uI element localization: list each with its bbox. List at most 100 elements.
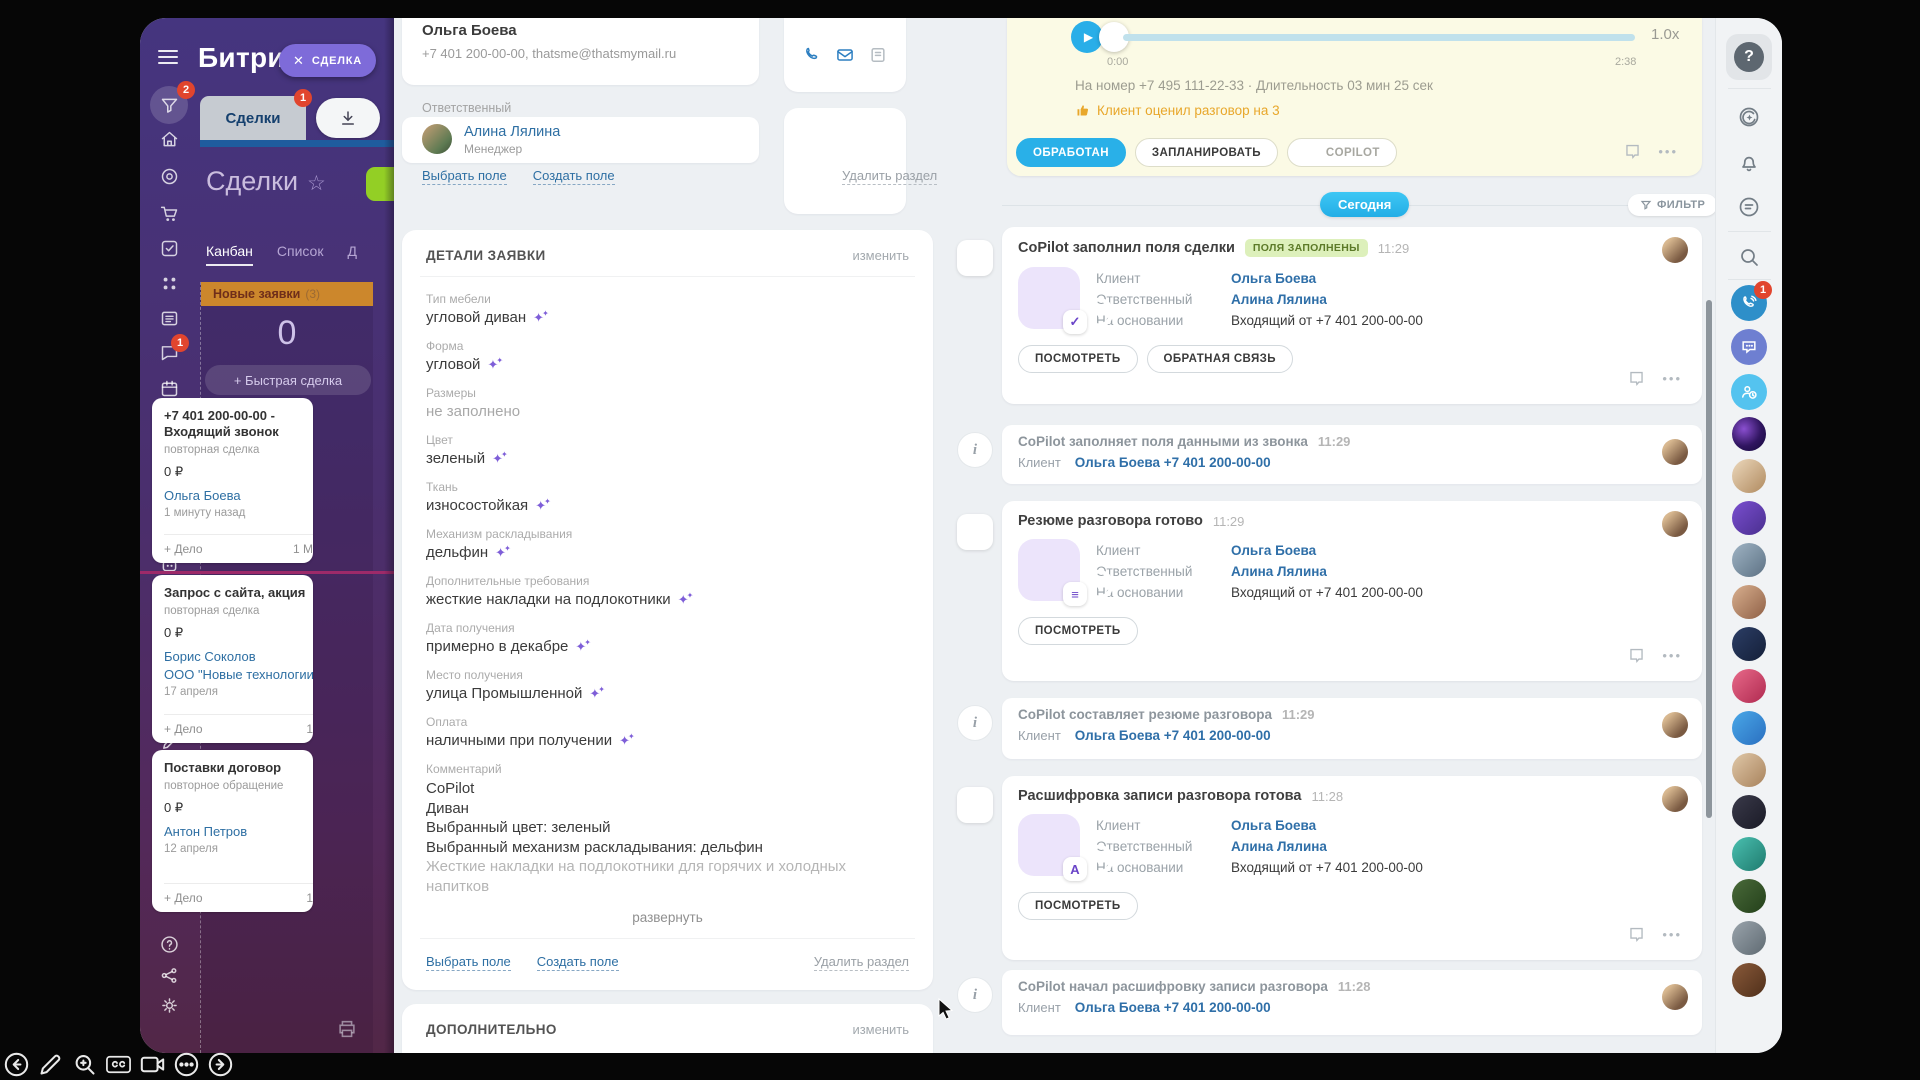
help-icon[interactable] — [156, 931, 182, 957]
telephony-button[interactable]: 1 — [1731, 285, 1767, 321]
field-value[interactable]: жесткие накладки на подлокотники — [426, 591, 671, 608]
deal-contact-link[interactable]: Ольга Боева — [164, 488, 313, 503]
share-icon[interactable] — [156, 962, 182, 988]
timeline-scrollbar[interactable] — [1706, 300, 1712, 818]
avatar[interactable] — [1662, 237, 1688, 263]
kanban-column-header[interactable]: Новые заявки (3) — [201, 282, 373, 306]
copilot-icon[interactable] — [1732, 100, 1766, 134]
edit-section-link[interactable]: изменить — [852, 248, 909, 263]
client-link[interactable]: Ольга Боева +7 401 200-00-00 — [1075, 728, 1271, 743]
add-todo-link[interactable]: + Дело — [164, 891, 203, 905]
avatar[interactable] — [1732, 417, 1766, 451]
field-value[interactable]: дельфин — [426, 544, 488, 561]
avatar[interactable] — [1732, 753, 1766, 787]
forward-icon[interactable] — [207, 1051, 234, 1078]
view-button[interactable]: ПОСМОТРЕТЬ — [1018, 617, 1138, 645]
client-contacts[interactable]: +7 401 200-00-00, thatsme@thatsmymail.ru — [422, 46, 739, 61]
client-link[interactable]: Ольга Боева — [1231, 268, 1316, 289]
responsible-link[interactable]: Алина Лялина — [1231, 289, 1327, 310]
add-todo-link[interactable]: + Дело — [164, 542, 203, 556]
cc-icon[interactable] — [105, 1051, 132, 1078]
feedback-button[interactable]: ОБРАТНАЯ СВЯЗЬ — [1147, 345, 1293, 373]
client-link[interactable]: Ольга Боева +7 401 200-00-00 — [1075, 1000, 1271, 1015]
collapse-panel-button[interactable] — [316, 98, 380, 138]
chat-icon[interactable]: 1 — [156, 339, 182, 365]
edit-section-link[interactable]: изменить — [852, 1022, 909, 1037]
field-value[interactable]: угловой — [426, 356, 480, 373]
avatar[interactable] — [1732, 837, 1766, 871]
responsible-name[interactable]: Алина Лялина — [464, 124, 560, 140]
view-button[interactable]: ПОСМОТРЕТЬ — [1018, 892, 1138, 920]
avatar[interactable] — [1662, 439, 1688, 465]
person-status-button[interactable] — [1731, 374, 1767, 410]
today-chip[interactable]: Сегодня — [1320, 192, 1409, 217]
create-field-link[interactable]: Создать поле — [537, 954, 619, 971]
comment-icon[interactable] — [1627, 646, 1646, 665]
delete-section-link[interactable]: Удалить раздел — [842, 168, 937, 185]
field-value[interactable]: наличными при получении — [426, 732, 612, 749]
camera-icon[interactable] — [139, 1051, 166, 1078]
more-menu-icon[interactable]: ••• — [1662, 371, 1682, 386]
avatar[interactable] — [1732, 879, 1766, 913]
delete-section-link[interactable]: Удалить раздел — [814, 954, 909, 971]
phone-icon[interactable] — [802, 45, 822, 65]
home-icon[interactable] — [156, 126, 182, 152]
search-icon[interactable] — [1732, 240, 1766, 274]
client-name[interactable]: Ольга Боева — [422, 22, 739, 39]
avatar[interactable] — [1732, 963, 1766, 997]
avatar[interactable] — [1732, 669, 1766, 703]
add-todo-link[interactable]: + Дело — [164, 722, 203, 736]
avatar[interactable] — [1732, 501, 1766, 535]
printer-icon[interactable] — [336, 1018, 358, 1045]
avatar[interactable] — [1732, 795, 1766, 829]
audio-track[interactable] — [1123, 34, 1635, 41]
field-value[interactable]: угловой диван — [426, 309, 526, 326]
slideover-deal-chip[interactable]: ✕ СДЕЛКА — [279, 44, 376, 77]
chat-lines-icon[interactable] — [1732, 190, 1766, 224]
favorite-star-icon[interactable]: ☆ — [307, 172, 326, 195]
close-icon[interactable]: ✕ — [293, 53, 304, 69]
responsible-card[interactable]: Алина Лялина Менеджер — [402, 117, 759, 163]
mail-check-icon[interactable] — [835, 45, 855, 65]
avatar[interactable] — [1732, 627, 1766, 661]
group-chat-button[interactable] — [1731, 329, 1767, 365]
field-value[interactable]: зеленый — [426, 450, 485, 467]
responsible-link[interactable]: Алина Лялина — [1231, 561, 1327, 582]
target-icon[interactable] — [156, 163, 182, 189]
choose-field-link[interactable]: Выбрать поле — [422, 168, 507, 185]
playback-speed[interactable]: 1.0x — [1651, 26, 1679, 43]
client-link[interactable]: Ольга Боева +7 401 200-00-00 — [1075, 455, 1271, 470]
view-button[interactable]: ПОСМОТРЕТЬ — [1018, 345, 1138, 373]
client-link[interactable]: Ольга Боева — [1231, 540, 1316, 561]
avatar[interactable] — [1662, 984, 1688, 1010]
expand-link[interactable]: развернуть — [426, 910, 909, 925]
deal-card[interactable]: +7 401 200-00-00 - Входящий звонок повто… — [152, 398, 313, 563]
tasks-icon[interactable] — [156, 235, 182, 261]
deal-contact-link[interactable]: Борис Соколов — [164, 649, 313, 664]
field-value[interactable]: примерно в декабре — [426, 638, 568, 655]
pencil-icon[interactable] — [37, 1051, 64, 1078]
choose-field-link[interactable]: Выбрать поле — [426, 954, 511, 971]
apps-icon[interactable] — [156, 270, 182, 296]
timeline-filter-button[interactable]: ФИЛЬТР — [1628, 194, 1717, 216]
filter-icon[interactable]: 2 — [150, 86, 188, 124]
field-value[interactable]: не заполнено — [426, 403, 520, 420]
back-icon[interactable] — [3, 1051, 30, 1078]
comment-icon[interactable] — [1627, 925, 1646, 944]
deal-card[interactable]: Поставки договор повторное обращение 0 ₽… — [152, 750, 313, 912]
deal-contact-link[interactable]: Антон Петров — [164, 824, 313, 839]
deals-tab[interactable]: Сделки 1 — [200, 96, 306, 141]
field-value[interactable]: улица Промышленной — [426, 685, 582, 702]
avatar[interactable] — [1662, 712, 1688, 738]
tab-more[interactable]: Д — [347, 243, 356, 266]
client-link[interactable]: Ольга Боева — [1231, 815, 1316, 836]
tab-kanban[interactable]: Канбан — [206, 243, 253, 266]
schedule-button[interactable]: ЗАПЛАНИРОВАТЬ — [1135, 138, 1278, 167]
avatar[interactable] — [1662, 511, 1688, 537]
responsible-link[interactable]: Алина Лялина — [1231, 836, 1327, 857]
create-field-link[interactable]: Создать поле — [533, 168, 615, 185]
processed-button[interactable]: ОБРАБОТАН — [1016, 138, 1126, 167]
more-menu-icon[interactable]: ••• — [1662, 927, 1682, 942]
avatar[interactable] — [1732, 459, 1766, 493]
zoom-icon[interactable] — [71, 1051, 98, 1078]
